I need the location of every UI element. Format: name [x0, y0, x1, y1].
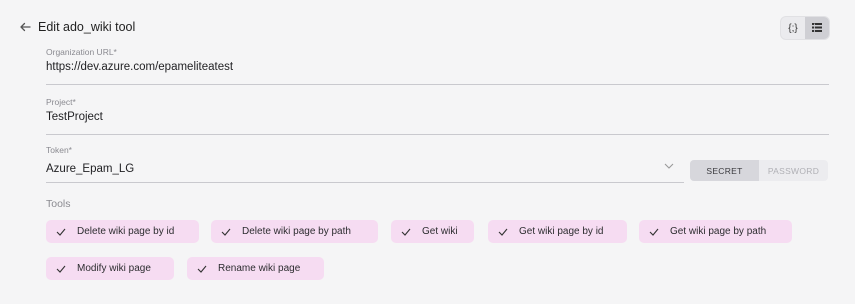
password-option[interactable]: PASSWORD	[759, 160, 828, 181]
organization-url-value[interactable]: https://dev.azure.com/epameliteatest	[46, 61, 829, 73]
check-icon	[401, 227, 411, 237]
page-title: Edit ado_wiki tool	[38, 20, 136, 34]
form-view-icon[interactable]	[805, 17, 829, 39]
tools-label: Tools	[46, 198, 71, 210]
tool-chip-label: Get wiki page by path	[670, 226, 767, 237]
tool-chip-label: Delete wiki page by id	[77, 226, 175, 237]
token-mode-toggle: SECRET PASSWORD	[690, 160, 828, 181]
project-label: Project*	[46, 97, 76, 107]
tool-chip-delete-wiki-page-by-path[interactable]: Delete wiki page by path	[211, 220, 378, 243]
tool-chip-label: Get wiki page by id	[519, 226, 604, 237]
organization-url-label: Organization URL*	[46, 47, 117, 57]
arrow-left-icon[interactable]	[18, 20, 32, 34]
organization-url-field[interactable]: Organization URL* https://dev.azure.com/…	[46, 47, 829, 85]
tool-chip-rename-wiki-page[interactable]: Rename wiki page	[187, 257, 324, 280]
check-icon	[56, 227, 66, 237]
chevron-down-icon[interactable]	[664, 156, 674, 174]
tool-chip-get-wiki-page-by-path[interactable]: Get wiki page by path	[639, 220, 792, 243]
view-toggle: {;}	[780, 16, 830, 40]
token-select[interactable]: Token* Azure_Epam_LG	[46, 145, 684, 183]
tool-chip-delete-wiki-page-by-id[interactable]: Delete wiki page by id	[46, 220, 199, 243]
token-value: Azure_Epam_LG	[46, 163, 135, 175]
tool-chip-get-wiki-page-by-id[interactable]: Get wiki page by id	[488, 220, 627, 243]
project-value[interactable]: TestProject	[46, 111, 829, 123]
tool-chip-label: Rename wiki page	[218, 263, 301, 274]
tool-chip-modify-wiki-page[interactable]: Modify wiki page	[46, 257, 174, 280]
check-icon	[197, 264, 207, 274]
header: Edit ado_wiki tool	[18, 17, 135, 37]
project-field[interactable]: Project* TestProject	[46, 97, 829, 135]
json-view-icon[interactable]: {;}	[781, 17, 805, 39]
tool-chip-label: Delete wiki page by path	[242, 226, 351, 237]
tool-chip-label: Modify wiki page	[77, 263, 151, 274]
json-view-glyph: {;}	[788, 22, 798, 34]
token-label: Token*	[46, 145, 72, 155]
check-icon	[498, 227, 508, 237]
tool-chip-get-wiki[interactable]: Get wiki	[391, 220, 474, 243]
tool-chip-label: Get wiki	[422, 226, 458, 237]
check-icon	[649, 227, 659, 237]
check-icon	[56, 264, 66, 274]
tool-edit-panel: Edit ado_wiki tool {;} Organization URL*…	[0, 0, 855, 304]
check-icon	[221, 227, 231, 237]
secret-option[interactable]: SECRET	[690, 160, 759, 181]
